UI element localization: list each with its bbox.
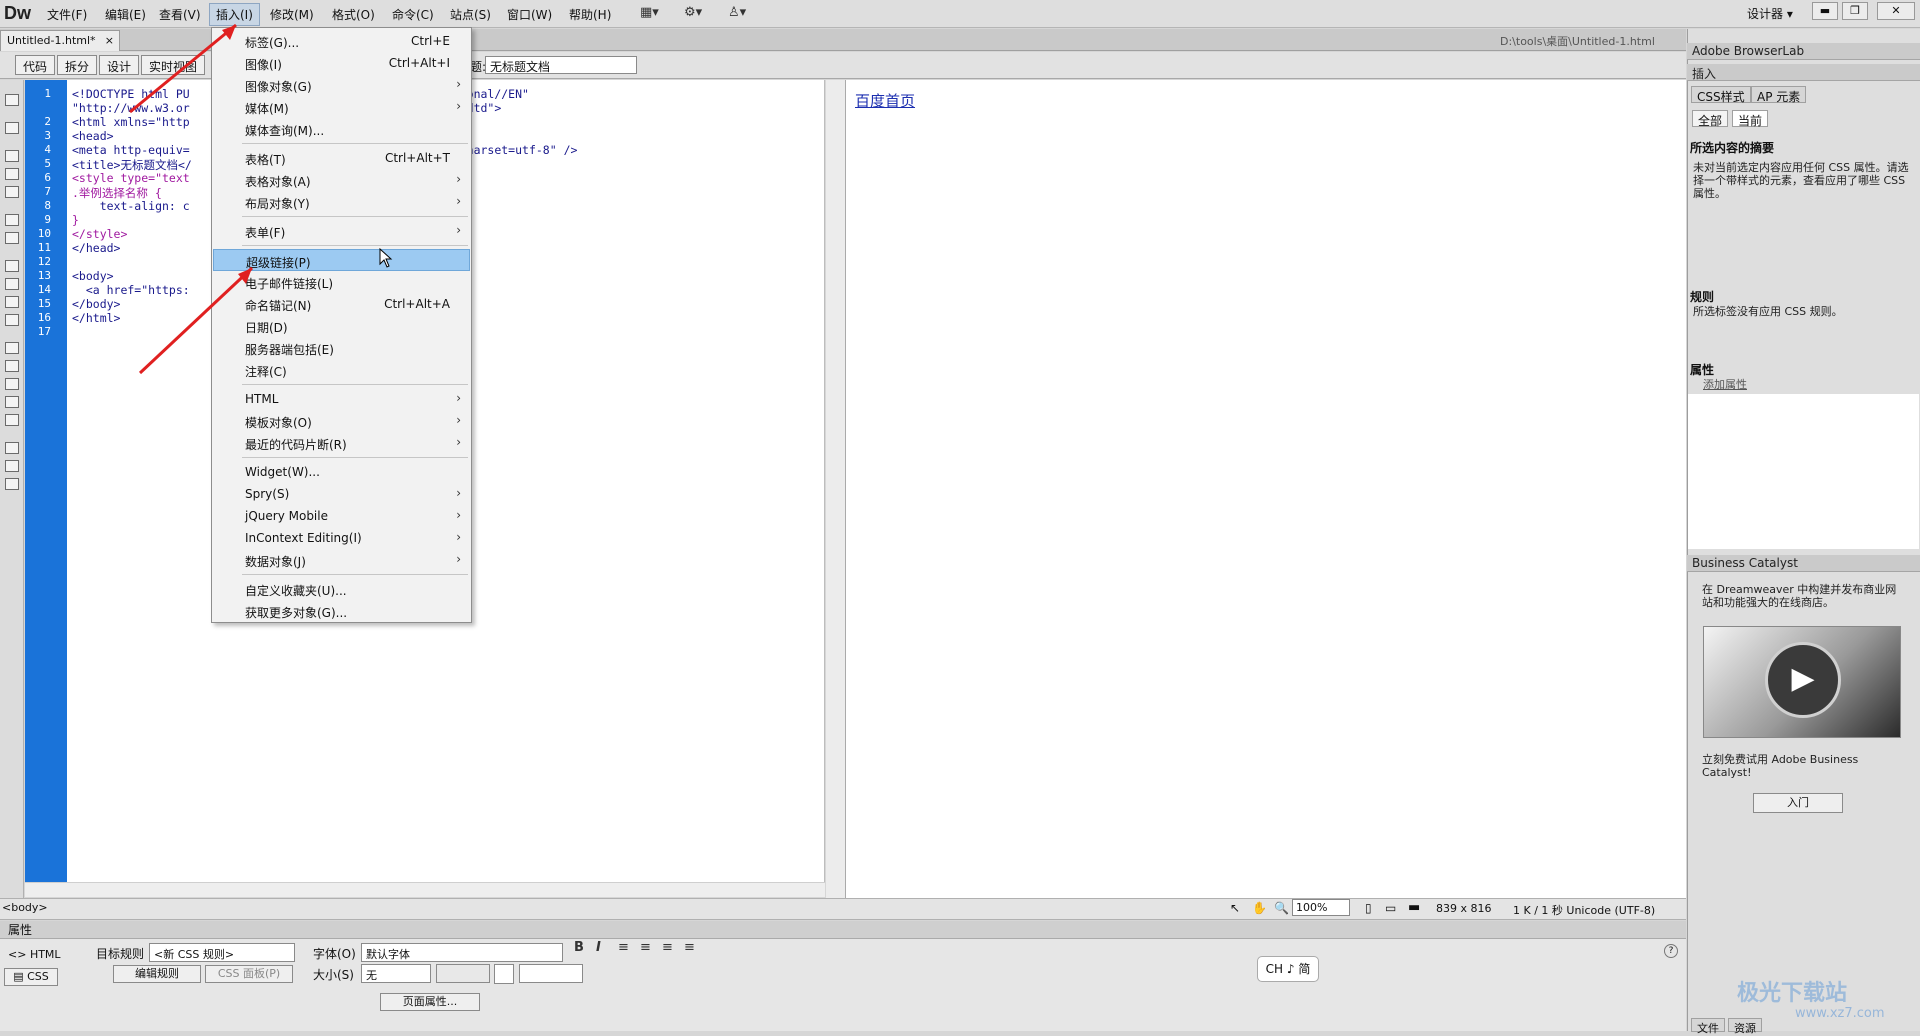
annotation-arrows xyxy=(129,23,254,375)
mouse-cursor-icon xyxy=(379,247,393,271)
watermark-url: www.xz7.com xyxy=(1795,1006,1885,1021)
watermark-logo: 极光下载站 xyxy=(1737,981,1848,1006)
